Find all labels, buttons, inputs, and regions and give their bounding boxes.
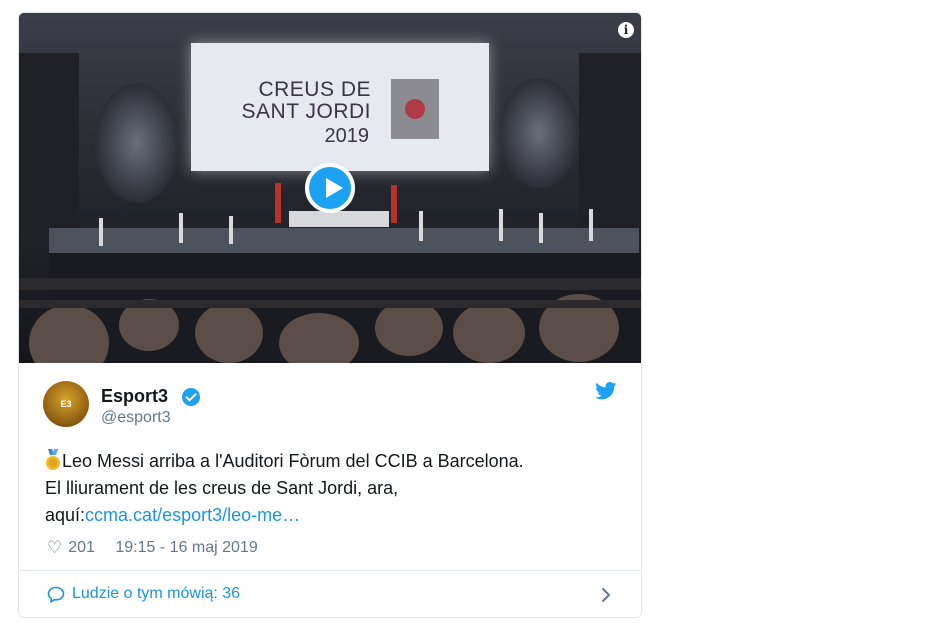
video-media[interactable]: CREUS DE SANT JORDI 2019 i <box>19 13 641 363</box>
screen-title-line1: CREUS DE <box>258 78 371 101</box>
cross-logo-icon <box>391 79 439 139</box>
tweet-text-prefix: aquí: <box>45 505 86 525</box>
tweet-text: Leo Messi arriba a l'Auditori Fòrum del … <box>45 448 625 529</box>
screen-title: CREUS DE SANT JORDI <box>241 79 371 123</box>
projection-screen: CREUS DE SANT JORDI 2019 <box>191 43 489 171</box>
tweet-text-line2: El lliurament de les creus de Sant Jordi… <box>45 478 399 498</box>
tweet-meta: ♡ 201 19:15 - 16 maj 2019 <box>47 538 258 558</box>
twitter-bird-icon[interactable] <box>595 382 617 400</box>
play-button[interactable] <box>305 163 355 213</box>
like-count: 201 <box>68 539 95 556</box>
tweet-card: CREUS DE SANT JORDI 2019 i E3 Esport3 @es… <box>18 12 642 618</box>
author-name[interactable]: Esport3 <box>101 386 168 407</box>
tweet-text-line1: Leo Messi arriba a l'Auditori Fòrum del … <box>62 451 524 471</box>
like-button[interactable]: ♡ 201 <box>47 538 111 558</box>
medal-icon <box>45 449 61 471</box>
heart-icon: ♡ <box>47 538 63 557</box>
conversation-link[interactable]: Ludzie o tym mówią: 36 <box>19 571 641 617</box>
screen-title-line2: SANT JORDI <box>241 100 371 123</box>
speech-bubble-icon <box>47 586 65 603</box>
conversation-label: Ludzie o tym mówią: 36 <box>72 585 241 602</box>
chevron-right-icon <box>602 588 610 602</box>
verified-badge-icon <box>182 388 200 406</box>
tweet-link[interactable]: ccma.cat/esport3/leo-me… <box>85 505 300 525</box>
timestamp[interactable]: 19:15 - 16 maj 2019 <box>115 539 257 556</box>
avatar-text: E3 <box>60 399 72 409</box>
info-icon[interactable]: i <box>618 22 634 38</box>
screen-year: 2019 <box>324 125 370 147</box>
avatar[interactable]: E3 <box>43 381 89 427</box>
author-handle[interactable]: @esport3 <box>101 409 171 427</box>
